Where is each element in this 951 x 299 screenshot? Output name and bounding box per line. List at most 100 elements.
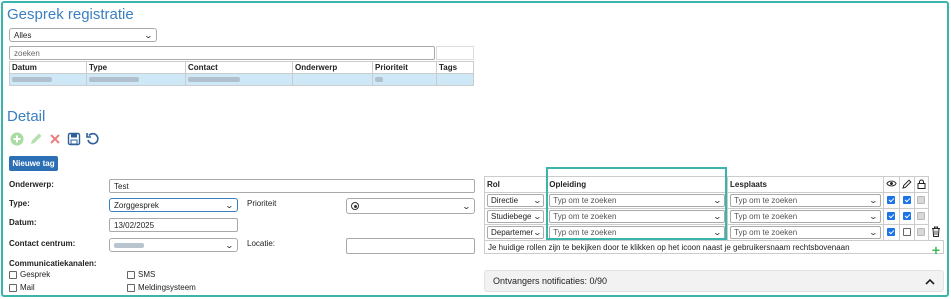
lesplaats-select[interactable]: Typ om te zoeken ⌄ xyxy=(730,210,881,223)
role-cell: Studiebege ⌄ xyxy=(483,208,548,225)
role-cell: Directie ⌄ xyxy=(483,192,548,209)
channel-sms[interactable]: SMS xyxy=(127,270,155,279)
view-checkbox[interactable] xyxy=(887,195,896,204)
lock-checkbox xyxy=(917,195,926,204)
add-icon[interactable] xyxy=(9,131,24,146)
search-side-box xyxy=(436,46,474,60)
chevron-down-icon: ⌄ xyxy=(224,240,235,250)
datum-input[interactable]: 13/02/2025 xyxy=(109,218,238,232)
filter-select[interactable]: Alles ⌄ xyxy=(9,28,157,42)
role-select-value: Departemer xyxy=(491,228,534,237)
lesplaats-cell: Typ om te zoeken ⌄ xyxy=(727,192,884,209)
edit-checkbox[interactable] xyxy=(902,211,911,220)
edit-cell xyxy=(898,208,915,225)
trash-icon[interactable] xyxy=(931,226,941,237)
column-header-contact[interactable]: Contact xyxy=(185,61,293,74)
column-header-edit xyxy=(898,176,915,193)
locatie-input[interactable] xyxy=(346,238,475,254)
table-cell-datum xyxy=(9,73,87,86)
channel-mail[interactable]: Mail xyxy=(9,283,35,292)
opleiding-cell: Typ om te zoeken ⌄ xyxy=(546,192,729,209)
search-input[interactable]: zoeken xyxy=(9,46,435,60)
lesplaats-select[interactable]: Typ om te zoeken ⌄ xyxy=(730,226,881,239)
opleiding-placeholder: Typ om te zoeken xyxy=(553,228,617,237)
new-tag-button[interactable]: Nieuwe tag xyxy=(9,156,58,171)
delete-icon[interactable] xyxy=(47,131,62,146)
edit-checkbox[interactable] xyxy=(902,227,911,236)
channel-meldingsysteem-label: Meldingsysteem xyxy=(138,283,196,292)
edit-cell xyxy=(898,224,915,241)
channel-meldingsysteem[interactable]: Meldingsysteem xyxy=(127,283,196,292)
table-cell-onderwerp xyxy=(292,73,373,86)
column-header-actions xyxy=(928,177,943,193)
channel-mail-label: Mail xyxy=(20,283,35,292)
view-checkbox[interactable] xyxy=(887,211,896,220)
column-header-prioriteit[interactable]: Prioriteit xyxy=(372,61,437,74)
channel-gesprek-label: Gesprek xyxy=(20,270,51,279)
column-header-rol: Rol xyxy=(483,176,548,193)
column-header-datum[interactable]: Datum xyxy=(9,61,87,74)
action-cell xyxy=(928,209,943,225)
view-cell xyxy=(882,224,900,241)
chevron-up-icon[interactable] xyxy=(925,278,935,285)
edit-cell xyxy=(898,192,915,209)
chevron-down-icon: ⌄ xyxy=(868,196,879,205)
lesplaats-cell: Typ om te zoeken ⌄ xyxy=(727,208,884,225)
roles-hint-text: Je huidige rollen zijn te bekijken door … xyxy=(488,242,850,252)
notifications-label: Ontvangers notificaties: 0/90 xyxy=(493,276,608,286)
action-cell xyxy=(928,193,943,209)
table-row[interactable] xyxy=(9,73,474,86)
roles-table: Rol Opleiding Lesplaats Directie ⌄ Typ om… xyxy=(483,176,944,241)
undo-icon[interactable] xyxy=(85,131,100,146)
column-header-lock xyxy=(913,176,929,193)
add-role-icon[interactable]: + xyxy=(932,243,940,257)
search-input-placeholder: zoeken xyxy=(14,48,40,58)
type-label: Type: xyxy=(9,199,30,208)
role-row: Studiebege ⌄ Typ om te zoeken ⌄ Typ om te … xyxy=(483,208,944,225)
view-cell xyxy=(882,192,900,209)
chevron-down-icon: ⌄ xyxy=(713,212,723,221)
edit-checkbox[interactable] xyxy=(902,195,911,204)
sms-checkbox[interactable] xyxy=(127,270,135,279)
extra-checkbox[interactable] xyxy=(127,295,135,297)
chevron-down-icon: ⌄ xyxy=(532,228,542,237)
role-select[interactable]: Departemer ⌄ xyxy=(487,226,545,239)
communicatie-label: Communicatiekanalen: xyxy=(9,259,97,268)
lesplaats-select[interactable]: Typ om te zoeken ⌄ xyxy=(730,194,881,207)
view-checkbox[interactable] xyxy=(887,227,896,236)
column-header-onderwerp[interactable]: Onderwerp xyxy=(292,61,373,74)
notifications-panel[interactable]: Ontvangers notificaties: 0/90 xyxy=(484,270,944,292)
app-frame: Gesprek registratie Alles ⌄ zoeken Datum… xyxy=(1,1,949,297)
meldingsysteem-checkbox[interactable] xyxy=(127,283,135,292)
role-cell: Departemer ⌄ xyxy=(483,224,548,241)
table-cell-contact xyxy=(185,73,293,86)
opleiding-cell: Typ om te zoeken ⌄ xyxy=(546,208,729,225)
priority-radio-icon xyxy=(351,202,359,210)
role-select[interactable]: Studiebege ⌄ xyxy=(487,210,545,223)
lock-icon xyxy=(917,179,926,189)
role-select[interactable]: Directie ⌄ xyxy=(487,194,545,207)
detail-toolbar xyxy=(9,131,100,146)
chevron-down-icon: ⌄ xyxy=(532,212,542,221)
prioriteit-select[interactable]: ⌄ xyxy=(346,198,475,214)
gesprek-checkbox[interactable] xyxy=(9,270,17,279)
edit-icon[interactable] xyxy=(28,131,43,146)
column-header-lesplaats: Lesplaats xyxy=(727,176,884,193)
column-header-type[interactable]: Type xyxy=(86,61,186,74)
column-header-tags[interactable]: Tags xyxy=(436,61,474,74)
opleiding-select[interactable]: Typ om te zoeken ⌄ xyxy=(549,194,726,207)
mail-checkbox[interactable] xyxy=(9,283,17,292)
role-select-value: Directie xyxy=(491,196,519,205)
contact-centrum-select[interactable]: ⌄ xyxy=(109,238,238,252)
chevron-down-icon: ⌄ xyxy=(868,212,879,221)
opleiding-select[interactable]: Typ om te zoeken ⌄ xyxy=(549,210,726,223)
save-icon[interactable] xyxy=(66,131,81,146)
role-select-value: Studiebege xyxy=(491,212,532,221)
column-header-view xyxy=(882,176,900,193)
opleiding-select[interactable]: Typ om te zoeken ⌄ xyxy=(549,226,726,239)
onderwerp-input[interactable]: Test xyxy=(109,179,475,193)
type-select[interactable]: Zorggesprek ⌄ xyxy=(109,198,238,212)
extra-checkbox[interactable] xyxy=(9,295,17,297)
channel-gesprek[interactable]: Gesprek xyxy=(9,270,50,279)
opleiding-placeholder: Typ om te zoeken xyxy=(553,212,617,221)
